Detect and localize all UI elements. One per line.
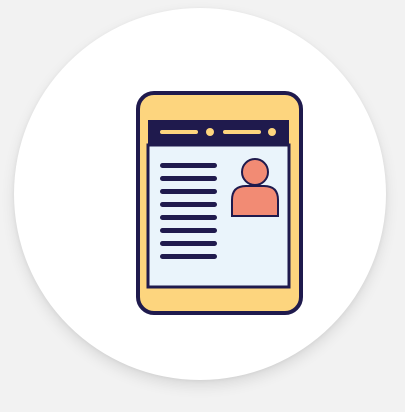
text-line	[160, 254, 217, 259]
text-line	[160, 176, 217, 181]
tablet-profile-icon	[136, 91, 303, 315]
header-dash	[223, 130, 261, 134]
text-line	[160, 215, 217, 220]
text-line	[160, 241, 217, 246]
icon-stage	[0, 0, 405, 412]
text-line	[160, 189, 217, 194]
avatar-head	[241, 158, 269, 186]
header-dot	[206, 128, 214, 136]
text-line	[160, 228, 217, 233]
header-dot	[268, 128, 276, 136]
avatar-body	[231, 185, 279, 217]
text-line	[160, 163, 217, 168]
text-line	[160, 202, 217, 207]
header-dash	[160, 130, 198, 134]
